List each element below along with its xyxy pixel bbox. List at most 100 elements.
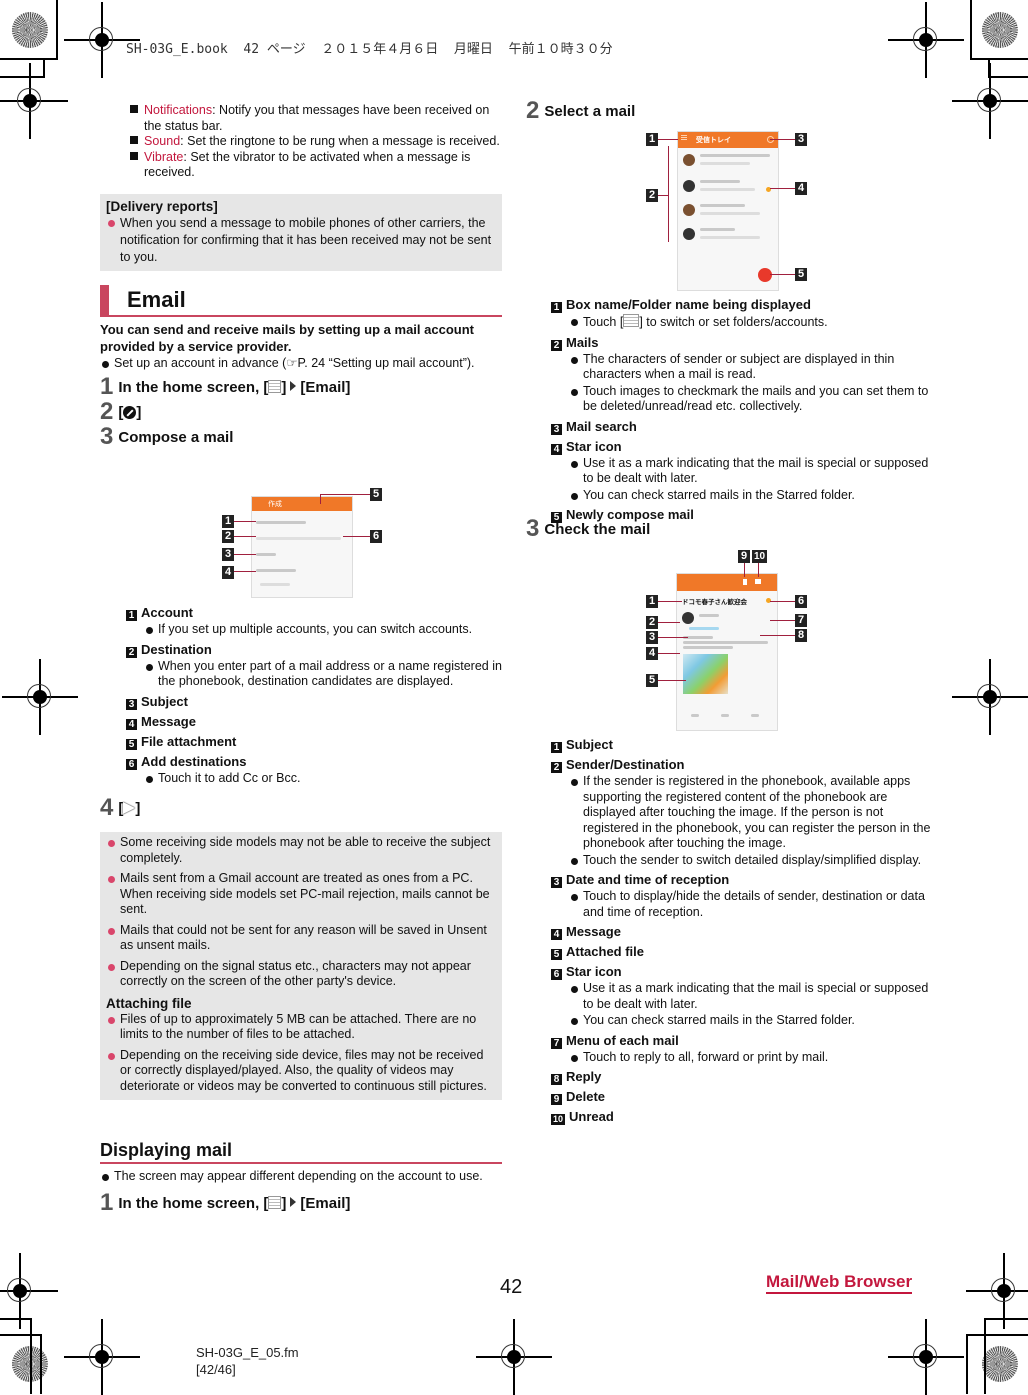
callout-6: 6: [795, 595, 807, 608]
callout-1: 1: [646, 133, 658, 146]
mail-row: [700, 154, 770, 157]
item-bullet: Touch it to add Cc or Bcc.: [144, 771, 502, 787]
display-bullet: The screen may appear different dependin…: [100, 1169, 502, 1185]
crop-mark: [0, 1334, 42, 1336]
note-bullet: Mails that could not be sent for any rea…: [106, 923, 496, 954]
source-file-info: SH-03G_E_05.fm [42/46]: [196, 1345, 299, 1377]
arrow-right-icon: [290, 381, 297, 391]
callout-8: 8: [795, 629, 807, 642]
message-body: [683, 646, 733, 649]
inbox-item-mail-search: 3 Mail search: [551, 419, 931, 435]
item-bullet: You can check starred mails in the Starr…: [569, 488, 931, 504]
email-setup-bullet: Set up an account in advance (☞P. 24 “Se…: [100, 356, 502, 372]
send-icon: [123, 802, 136, 814]
callout-line: [744, 563, 745, 577]
attached-map-image: [683, 654, 728, 694]
crop-mark: [0, 58, 58, 60]
crop-mark: [0, 1318, 32, 1320]
inbox-item-mails: 2 Mails: [551, 335, 931, 351]
note-bullet: Mails sent from a Gmail account are trea…: [106, 871, 496, 918]
callout-6: 6: [370, 530, 382, 543]
avatar: [683, 180, 695, 192]
mail-row: [700, 212, 760, 215]
compose-pencil-icon: [123, 406, 137, 419]
step-3-check-mail: 3 Check the mail: [526, 515, 651, 542]
crop-mark: [988, 76, 1028, 78]
compose-items: 1 Account If you set up multiple accounts…: [126, 601, 502, 786]
crop-mark: [984, 1318, 986, 1394]
callout-3: 3: [646, 631, 658, 644]
mail-row: [700, 228, 735, 231]
color-registration-rosette: [982, 12, 1018, 48]
inbox-item-box-name: 1 Box name/Folder name being displayed: [551, 297, 931, 313]
color-registration-rosette: [982, 1346, 1018, 1382]
mail-item-star-icon: 6 Star icon: [551, 964, 931, 980]
settings-item-notifications: Notifications: Notify you that messages …: [124, 103, 502, 134]
email-notes-box: Some receiving side models may not be ab…: [100, 832, 502, 1100]
message-body: [683, 641, 768, 644]
avatar: [683, 154, 695, 166]
callout-line: [658, 601, 682, 602]
mail-row: [700, 188, 755, 191]
callout-line: [658, 680, 686, 681]
item-bullet: Touch to reply to all, forward or print …: [569, 1050, 931, 1066]
action-row: [691, 714, 699, 717]
menu-icon: [681, 135, 687, 141]
avatar: [683, 228, 695, 240]
callout-line: [320, 494, 370, 495]
note-bullet: Some receiving side models may not be ab…: [106, 835, 496, 866]
page-number: 42: [500, 1276, 523, 1298]
item-bullet: Touch images to checkmark the mails and …: [569, 384, 931, 415]
inbox-items: 1 Box name/Folder name being displayed To…: [551, 293, 931, 523]
chapter-title: Mail/Web Browser: [766, 1272, 913, 1294]
account-field: [256, 521, 306, 524]
square-bullet-icon: [130, 136, 138, 144]
callout-line: [770, 188, 795, 189]
app-bar-title: 作成: [268, 501, 282, 508]
callout-bracket: [668, 146, 669, 242]
callout-2: 2: [646, 616, 658, 629]
mail-detail-screen-image: ドコモ春子さん歓迎会: [676, 573, 778, 731]
crop-mark: [56, 0, 58, 58]
delivery-reports-note: [Delivery reports] When you send a messa…: [100, 193, 502, 271]
item-bullet: Touch [] to switch or set folders/accoun…: [569, 314, 931, 331]
action-row: [751, 714, 759, 717]
unread-icon: [755, 579, 761, 584]
callout-3: 3: [795, 133, 807, 146]
arrow-right-icon: [290, 1196, 297, 1207]
item-bullet: The characters of sender or subject are …: [569, 352, 931, 383]
step-4-send: 4[]: [100, 794, 141, 821]
item-bullet: Touch to display/hide the details of sen…: [569, 889, 931, 920]
to-field: [256, 537, 341, 540]
square-bullet-icon: [130, 151, 138, 160]
registration-mark: [64, 1319, 140, 1395]
callout-line: [760, 635, 795, 636]
registration-mark: [0, 1253, 58, 1329]
callout-line: [234, 536, 256, 537]
compose-item-file-attachment: 5 File attachment: [126, 734, 502, 750]
note-bullet: Files of up to approximately 5 MB can be…: [106, 1012, 496, 1043]
menu-icon: [623, 314, 640, 327]
callout-line: [234, 554, 256, 555]
callout-3: 3: [222, 548, 234, 561]
inbox-title: 受信トレイ: [696, 137, 731, 144]
callout-10: 10: [752, 550, 767, 563]
callout-5: 5: [370, 488, 382, 501]
item-bullet: When you enter part of a mail address or…: [144, 659, 502, 690]
callout-line: [758, 563, 759, 577]
mail-item-message: 4 Message: [551, 924, 931, 940]
app-bar: [677, 574, 777, 591]
section-title-displaying-mail: Displaying mail: [100, 1138, 502, 1164]
registration-mark: [952, 63, 1028, 139]
print-header-stamp: SH-03G_E.book 42 ページ ２０１５年４月６日 月曜日 午前１０時…: [126, 42, 613, 57]
inbox-screen-image: 受信トレイ: [677, 131, 779, 291]
callout-line: [658, 622, 680, 623]
compose-item-account: 1 Account: [126, 605, 502, 621]
callout-line: [658, 653, 680, 654]
mail-item-attached-file: 5 Attached file: [551, 944, 931, 960]
callout-4: 4: [646, 647, 658, 660]
square-bullet-icon: [130, 105, 138, 113]
section-title-email: Email: [100, 284, 502, 317]
settings-item-sound: Sound: Set the ringtone to be rung when …: [124, 134, 502, 150]
crop-mark: [40, 1334, 42, 1394]
